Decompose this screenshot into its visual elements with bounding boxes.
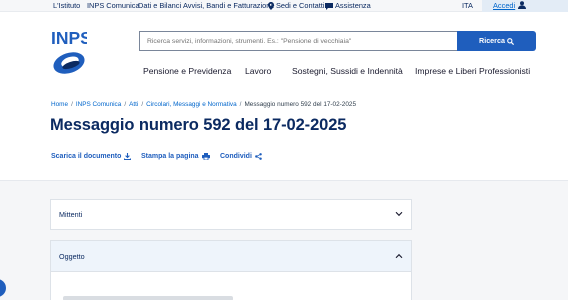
topbar-link-inps-comunica[interactable]: INPS Comunica xyxy=(87,0,140,11)
topbar-link-istituto[interactable]: L'Istituto xyxy=(53,0,80,11)
topbar-link-sedi[interactable]: Sedi e Contatti xyxy=(268,0,324,11)
logo-text: INPS xyxy=(51,29,87,48)
top-utility-bar: L'Istituto INPS Comunica Dati e Bilanci … xyxy=(0,0,568,12)
printer-icon xyxy=(201,152,210,161)
search-button[interactable]: Ricerca xyxy=(457,31,536,51)
breadcrumb-separator: / xyxy=(71,101,73,108)
search-button-label: Ricerca xyxy=(479,36,505,45)
user-icon xyxy=(518,1,526,9)
search-icon xyxy=(507,37,515,45)
nav-pensione-previdenza[interactable]: Pensione e Previdenza xyxy=(143,65,231,77)
login-label: Accedi xyxy=(493,1,516,10)
accordion-mittenti-title: Mittenti xyxy=(59,210,83,219)
download-icon xyxy=(124,152,132,160)
breadcrumb-current: Messaggio numero 592 del 17-02-2025 xyxy=(244,101,357,108)
breadcrumb-separator: / xyxy=(124,101,127,108)
chat-icon xyxy=(325,2,333,10)
accordion-oggetto[interactable]: Oggetto xyxy=(50,240,412,300)
topbar-link-dati-bilanci[interactable]: Dati e Bilanci xyxy=(138,0,181,11)
inps-logo-mark: INPS xyxy=(51,28,92,74)
login-button[interactable]: Accedi xyxy=(482,0,568,12)
assistenza-label: Assistenza xyxy=(335,1,371,10)
chevron-up-icon xyxy=(395,253,403,259)
nav-sostegni-sussidi[interactable]: Sostegni, Sussidi e Indennità xyxy=(292,65,403,77)
accordion-oggetto-header[interactable] xyxy=(51,241,411,272)
download-label: Scarica il documento xyxy=(51,153,122,160)
share-link[interactable]: Condividi xyxy=(220,152,262,162)
print-page-link[interactable]: Stampa la pagina xyxy=(141,152,210,162)
breadcrumb-circolari[interactable]: Circolari, Messaggi e Normativa xyxy=(146,101,237,108)
breadcrumb: Home / INPS Comunica / Atti / Circolari, Messa… xyxy=(51,100,356,109)
accordion-oggetto-title: Oggetto xyxy=(59,252,85,261)
location-pin-icon xyxy=(268,2,274,11)
nav-imprese-professionisti[interactable]: Imprese e Liberi Professionisti xyxy=(415,65,530,77)
topbar-link-avvisi[interactable]: Avvisi, Bandi e Fatturazione xyxy=(183,0,274,11)
share-icon xyxy=(254,152,262,160)
breadcrumb-inps-comunica[interactable]: INPS Comunica xyxy=(76,101,121,108)
chevron-down-icon xyxy=(395,211,403,217)
share-label: Condividi xyxy=(220,153,252,160)
oggetto-text-placeholder xyxy=(63,296,233,300)
breadcrumb-home[interactable]: Home xyxy=(51,101,68,108)
search-input[interactable] xyxy=(139,31,457,51)
language-selector[interactable]: ITA xyxy=(462,0,473,11)
page-title: Messaggio numero 592 del 17-02-2025 xyxy=(50,116,347,134)
print-label: Stampa la pagina xyxy=(141,153,199,160)
breadcrumb-separator: / xyxy=(141,101,144,108)
topbar-link-assistenza[interactable]: Assistenza xyxy=(325,0,371,11)
accordion-mittenti[interactable]: Mittenti xyxy=(50,199,412,230)
download-document-link[interactable]: Scarica il documento xyxy=(51,152,132,162)
inps-logo[interactable]: INPS xyxy=(51,28,92,77)
breadcrumb-separator: / xyxy=(239,101,242,108)
nav-lavoro[interactable]: Lavoro xyxy=(245,65,271,77)
sedi-label: Sedi e Contatti xyxy=(276,1,325,10)
breadcrumb-atti[interactable]: Atti xyxy=(129,101,138,108)
